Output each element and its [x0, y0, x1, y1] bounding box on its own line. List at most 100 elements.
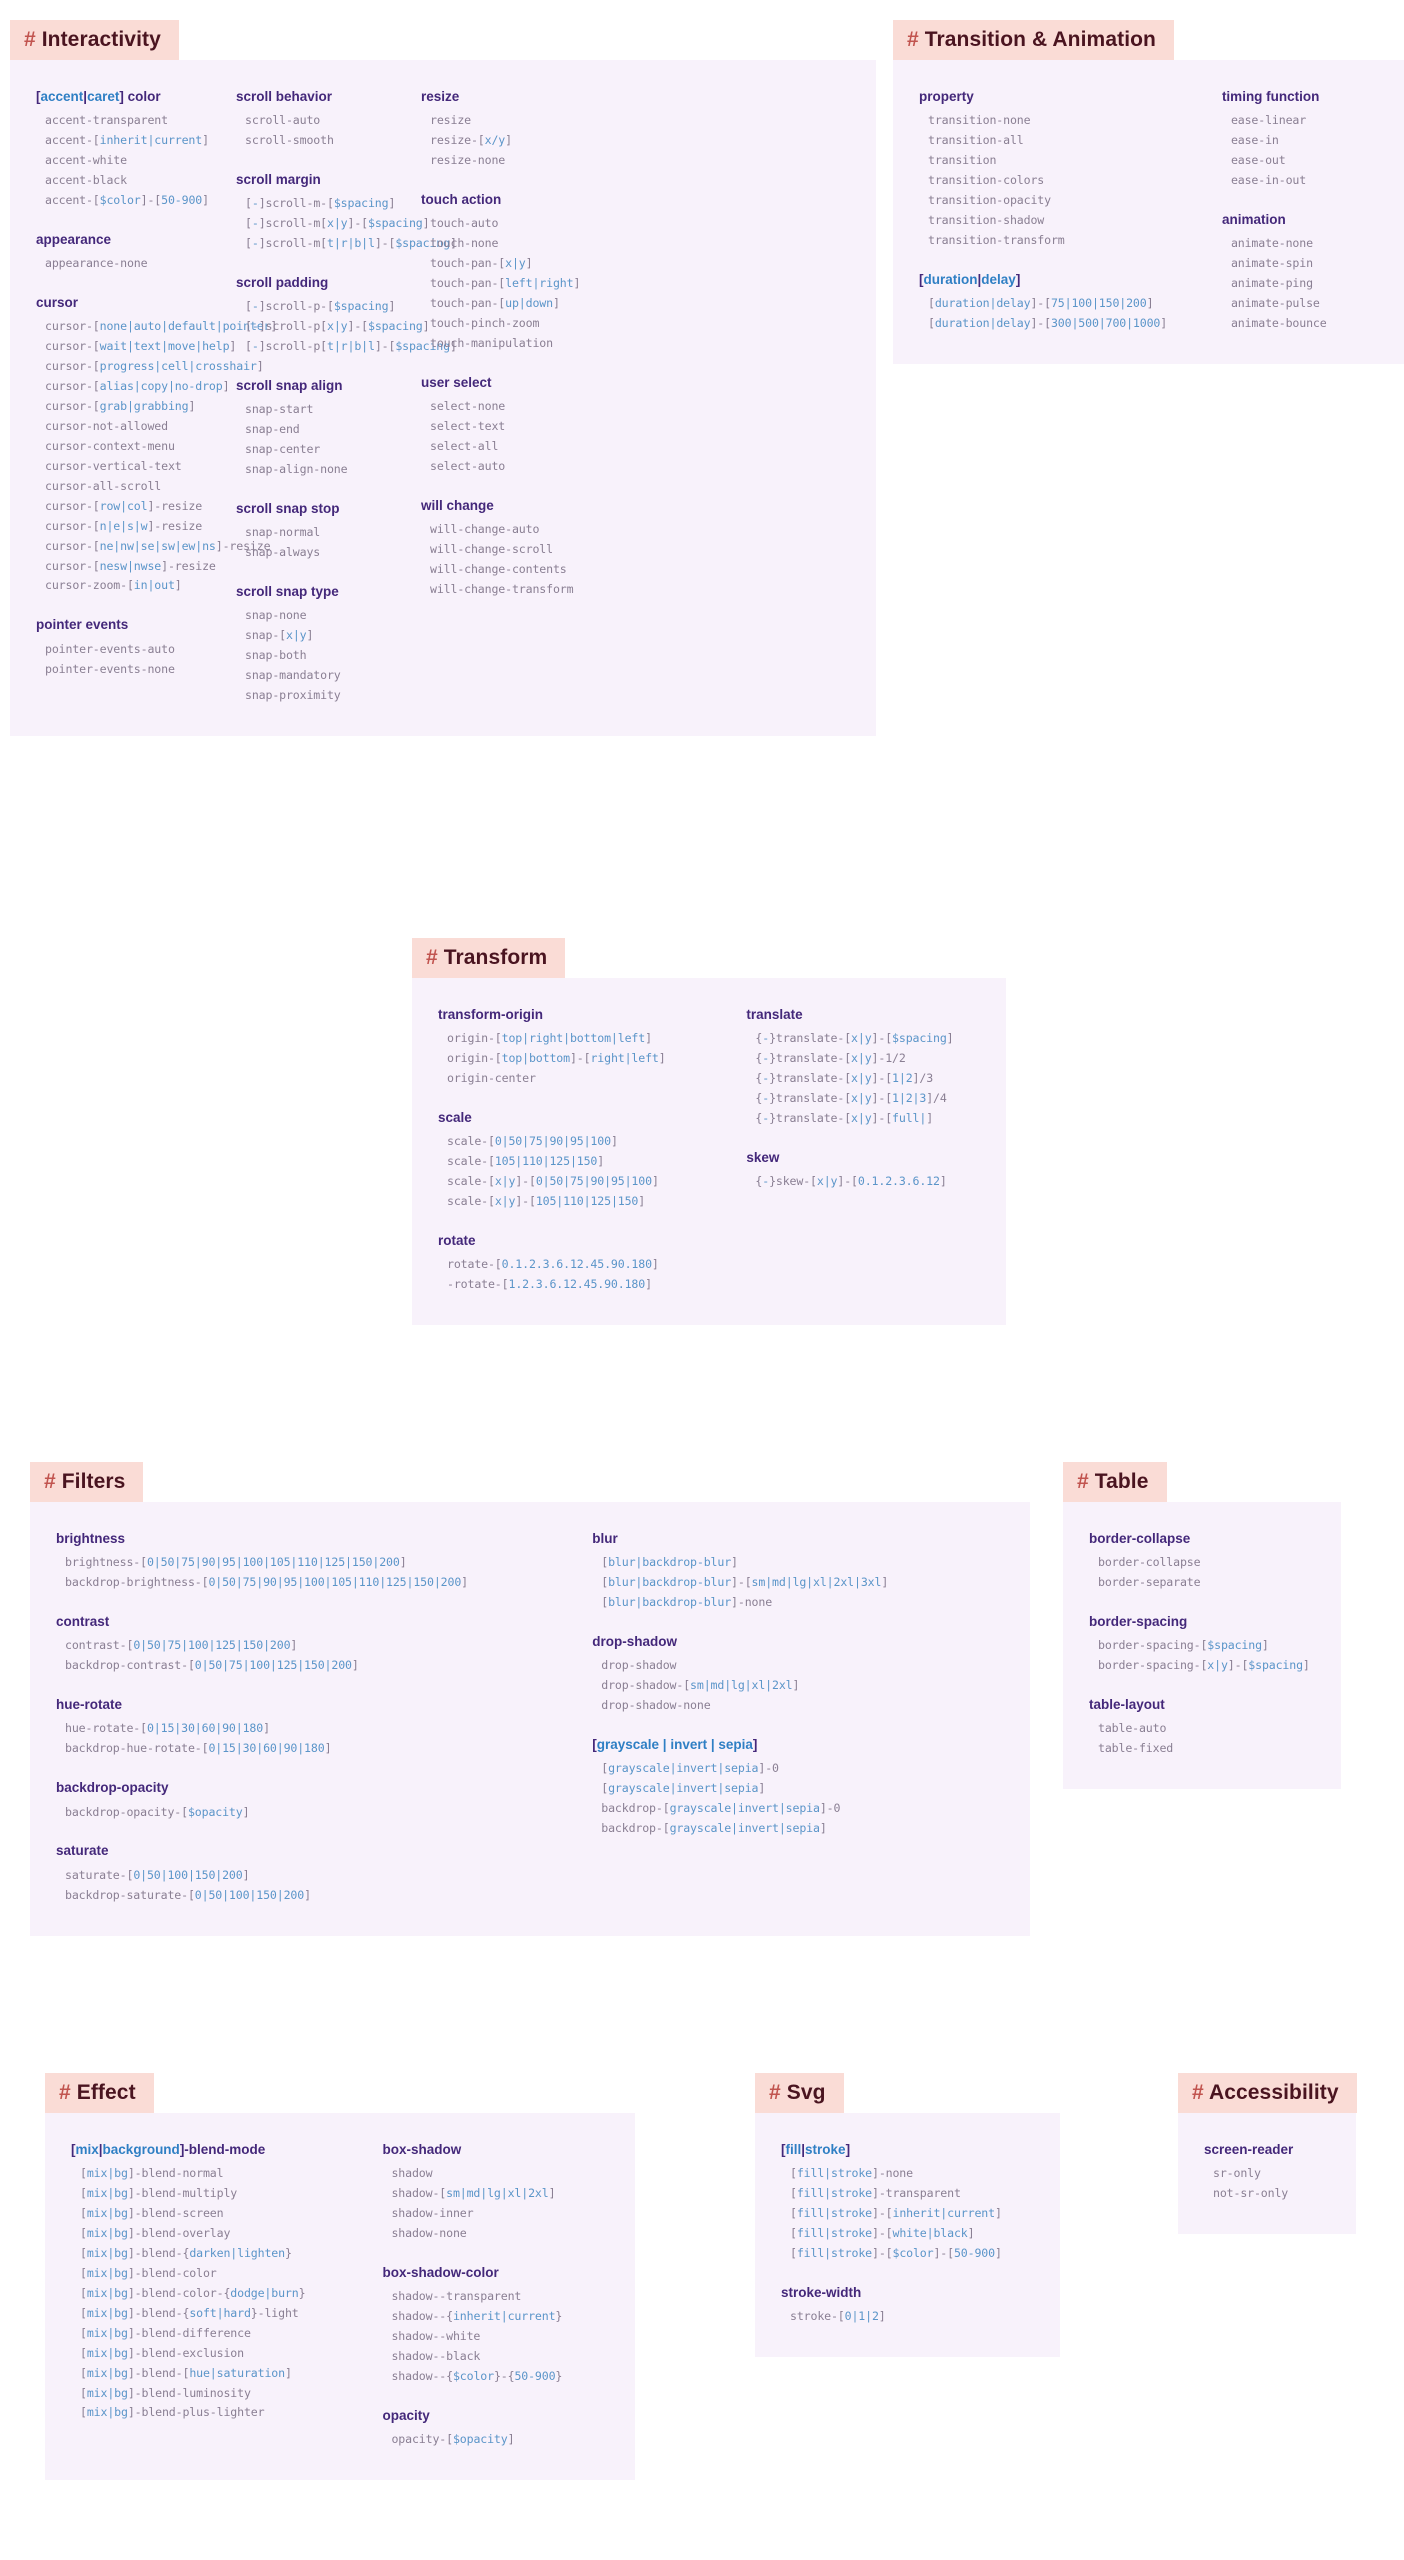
utility-class-item[interactable]: scale-[105|110|125|150]	[438, 1152, 746, 1172]
utility-class-item[interactable]: saturate-[0|50|100|150|200]	[56, 1866, 592, 1886]
utility-class-item[interactable]: {-}translate-[x|y]-1/2	[746, 1049, 980, 1069]
utility-class-item[interactable]: backdrop-brightness-[0|50|75|90|95|100|1…	[56, 1573, 592, 1593]
utility-class-item[interactable]: snap-always	[236, 543, 421, 563]
utility-class-item[interactable]: snap-start	[236, 400, 421, 420]
utility-class-item[interactable]: backdrop-contrast-[0|50|75|100|125|150|2…	[56, 1656, 592, 1676]
utility-class-item[interactable]: [duration|delay]-[75|100|150|200]	[919, 294, 1222, 314]
utility-class-item[interactable]: snap-normal	[236, 523, 421, 543]
utility-class-item[interactable]: [mix|bg]-blend-[hue|saturation]	[71, 2364, 382, 2384]
utility-class-item[interactable]: snap-proximity	[236, 686, 421, 706]
utility-class-item[interactable]: [fill|stroke]-[inherit|current]	[781, 2204, 1034, 2224]
utility-class-item[interactable]: table-auto	[1089, 1719, 1315, 1739]
utility-class-item[interactable]: backdrop-saturate-[0|50|100|150|200]	[56, 1886, 592, 1906]
utility-class-item[interactable]: appearance-none	[36, 254, 236, 274]
utility-class-item[interactable]: backdrop-hue-rotate-[0|15|30|60|90|180]	[56, 1739, 592, 1759]
utility-class-item[interactable]: cursor-[n|e|s|w]-resize	[36, 517, 236, 537]
utility-class-item[interactable]: transition-colors	[919, 171, 1222, 191]
utility-class-item[interactable]: cursor-[nesw|nwse]-resize	[36, 557, 236, 577]
utility-class-item[interactable]: animate-pulse	[1222, 294, 1378, 314]
utility-class-item[interactable]: backdrop-opacity-[$opacity]	[56, 1803, 592, 1823]
utility-class-item[interactable]: cursor-not-allowed	[36, 417, 236, 437]
utility-class-item[interactable]: [-]scroll-p-[$spacing]	[236, 297, 421, 317]
utility-class-item[interactable]: shadow	[382, 2164, 609, 2184]
utility-class-item[interactable]: brightness-[0|50|75|90|95|100|105|110|12…	[56, 1553, 592, 1573]
utility-class-item[interactable]: select-none	[421, 397, 601, 417]
utility-class-item[interactable]: [fill|stroke]-[$color]-[50-900]	[781, 2244, 1034, 2264]
utility-class-item[interactable]: {-}translate-[x|y]-[$spacing]	[746, 1029, 980, 1049]
utility-class-item[interactable]: border-spacing-[$spacing]	[1089, 1636, 1315, 1656]
utility-class-item[interactable]: [grayscale|invert|sepia]	[592, 1779, 1004, 1799]
utility-class-item[interactable]: origin-[top|right|bottom|left]	[438, 1029, 746, 1049]
utility-class-item[interactable]: snap-none	[236, 606, 421, 626]
utility-class-item[interactable]: border-separate	[1089, 1573, 1315, 1593]
utility-class-item[interactable]: cursor-zoom-[in|out]	[36, 576, 236, 596]
utility-class-item[interactable]: opacity-[$opacity]	[382, 2430, 609, 2450]
utility-class-item[interactable]: shadow--{inherit|current}	[382, 2307, 609, 2327]
utility-class-item[interactable]: cursor-all-scroll	[36, 477, 236, 497]
utility-class-item[interactable]: cursor-context-menu	[36, 437, 236, 457]
utility-class-item[interactable]: drop-shadow-none	[592, 1696, 1004, 1716]
utility-class-item[interactable]: -rotate-[1.2.3.6.12.45.90.180]	[438, 1275, 746, 1295]
utility-class-item[interactable]: transition	[919, 151, 1222, 171]
utility-class-item[interactable]: cursor-[none|auto|default|pointer]	[36, 317, 277, 337]
utility-class-item[interactable]: origin-center	[438, 1069, 746, 1089]
utility-class-item[interactable]: scroll-auto	[236, 111, 421, 131]
utility-class-item[interactable]: contrast-[0|50|75|100|125|150|200]	[56, 1636, 592, 1656]
utility-class-item[interactable]: [grayscale|invert|sepia]-0	[592, 1759, 1004, 1779]
utility-class-item[interactable]: not-sr-only	[1204, 2184, 1330, 2204]
utility-class-item[interactable]: pointer-events-auto	[36, 640, 236, 660]
utility-class-item[interactable]: stroke-[0|1|2]	[781, 2307, 1034, 2327]
utility-class-item[interactable]: animate-ping	[1222, 274, 1378, 294]
utility-class-item[interactable]: ease-in	[1222, 131, 1378, 151]
utility-class-item[interactable]: backdrop-[grayscale|invert|sepia]	[592, 1819, 1004, 1839]
utility-class-item[interactable]: [mix|bg]-blend-plus-lighter	[71, 2403, 382, 2423]
utility-class-item[interactable]: snap-end	[236, 420, 421, 440]
utility-class-item[interactable]: [-]scroll-p[t|r|b|l]-[$spacing]	[236, 337, 457, 357]
utility-class-item[interactable]: cursor-[ne|nw|se|sw|ew|ns]-resize	[36, 537, 271, 557]
utility-class-item[interactable]: touch-manipulation	[421, 334, 601, 354]
utility-class-item[interactable]: ease-linear	[1222, 111, 1378, 131]
utility-class-item[interactable]: accent-[$color]-[50-900]	[36, 191, 236, 211]
utility-class-item[interactable]: [-]scroll-p[x|y]-[$spacing]	[236, 317, 430, 337]
utility-class-item[interactable]: snap-align-none	[236, 460, 421, 480]
utility-class-item[interactable]: snap-center	[236, 440, 421, 460]
utility-class-item[interactable]: [-]scroll-m[x|y]-[$spacing]	[236, 214, 430, 234]
utility-class-item[interactable]: animate-bounce	[1222, 314, 1378, 334]
utility-class-item[interactable]: select-all	[421, 437, 601, 457]
utility-class-item[interactable]: touch-pan-[x|y]	[421, 254, 601, 274]
utility-class-item[interactable]: shadow-none	[382, 2224, 609, 2244]
utility-class-item[interactable]: cursor-[alias|copy|no-drop]	[36, 377, 236, 397]
utility-class-item[interactable]: drop-shadow-[sm|md|lg|xl|2xl]	[592, 1676, 1004, 1696]
utility-class-item[interactable]: touch-auto	[421, 214, 601, 234]
utility-class-item[interactable]: shadow--transparent	[382, 2287, 609, 2307]
utility-class-item[interactable]: ease-out	[1222, 151, 1378, 171]
utility-class-item[interactable]: [mix|bg]-blend-screen	[71, 2204, 382, 2224]
utility-class-item[interactable]: sr-only	[1204, 2164, 1330, 2184]
utility-class-item[interactable]: [mix|bg]-blend-color	[71, 2264, 382, 2284]
utility-class-item[interactable]: animate-none	[1222, 234, 1378, 254]
utility-class-item[interactable]: [mix|bg]-blend-luminosity	[71, 2384, 382, 2404]
utility-class-item[interactable]: scale-[x|y]-[105|110|125|150]	[438, 1192, 746, 1212]
utility-class-item[interactable]: cursor-[progress|cell|crosshair]	[36, 357, 264, 377]
utility-class-item[interactable]: shadow-[sm|md|lg|xl|2xl]	[382, 2184, 609, 2204]
utility-class-item[interactable]: origin-[top|bottom]-[right|left]	[438, 1049, 746, 1069]
utility-class-item[interactable]: border-spacing-[x|y]-[$spacing]	[1089, 1656, 1315, 1676]
utility-class-item[interactable]: [fill|stroke]-none	[781, 2164, 1034, 2184]
utility-class-item[interactable]: {-}translate-[x|y]-[1|2|3]/4	[746, 1089, 980, 1109]
utility-class-item[interactable]: shadow--black	[382, 2347, 609, 2367]
utility-class-item[interactable]: {-}skew-[x|y]-[0.1.2.3.6.12]	[746, 1172, 980, 1192]
utility-class-item[interactable]: will-change-auto	[421, 520, 601, 540]
utility-class-item[interactable]: will-change-scroll	[421, 540, 601, 560]
utility-class-item[interactable]: snap-both	[236, 646, 421, 666]
utility-class-item[interactable]: snap-[x|y]	[236, 626, 421, 646]
utility-class-item[interactable]: [-]scroll-m[t|r|b|l]-[$spacing]	[236, 234, 457, 254]
utility-class-item[interactable]: pointer-events-none	[36, 660, 236, 680]
utility-class-item[interactable]: [fill|stroke]-transparent	[781, 2184, 1034, 2204]
utility-class-item[interactable]: accent-[inherit|current]	[36, 131, 236, 151]
utility-class-item[interactable]: [-]scroll-m-[$spacing]	[236, 194, 421, 214]
utility-class-item[interactable]: transition-opacity	[919, 191, 1222, 211]
utility-class-item[interactable]: touch-none	[421, 234, 601, 254]
utility-class-item[interactable]: will-change-contents	[421, 560, 601, 580]
utility-class-item[interactable]: [duration|delay]-[300|500|700|1000]	[919, 314, 1222, 334]
utility-class-item[interactable]: select-auto	[421, 457, 601, 477]
